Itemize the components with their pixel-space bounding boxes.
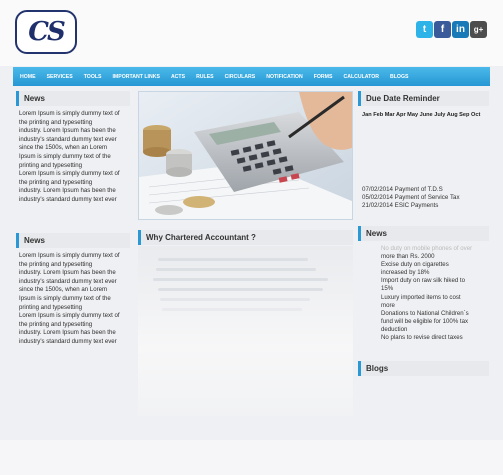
news-item: No plans to revise direct taxes: [381, 334, 463, 342]
news-line: Ipsum is simply dummy text of the: [19, 152, 111, 160]
news-item: 15%: [381, 285, 394, 293]
nav-acts[interactable]: ACTS: [171, 74, 185, 80]
nav-services[interactable]: SERVICES: [47, 74, 73, 80]
ghost-line: [160, 298, 310, 301]
twitter-icon[interactable]: t: [416, 21, 433, 38]
ghost-line: [158, 288, 323, 291]
news-text-left-2: Lorem Ipsum is simply dummy text of the …: [19, 252, 137, 347]
news-line: industry. Lorem Ipsum has been the: [19, 127, 116, 135]
news-line: Lorem Ipsum is simply dummy text of: [19, 110, 120, 117]
ghost-line: [156, 268, 316, 271]
calculator-illustration: [139, 92, 352, 219]
news-item: increased by 18%: [381, 269, 430, 277]
news-line: since the 1500s, when an Lorem: [19, 286, 108, 294]
due-date-title: Due Date Reminder: [358, 91, 489, 106]
news-line: the printing and typesetting: [19, 178, 93, 186]
why-ca-faded-content: [138, 246, 353, 416]
news-title-right: News: [358, 226, 489, 241]
facebook-icon[interactable]: f: [434, 21, 451, 38]
news-line: industry's standard dummy text ever: [19, 277, 117, 285]
news-text-left-1: Lorem Ipsum is simply dummy text of the …: [19, 110, 137, 205]
news-line: industry's standard dummy text ever: [19, 135, 117, 143]
news-item: Import duty on raw silk hiked to: [381, 277, 465, 285]
news-line: since the 1500s, when an Lorem: [19, 144, 108, 152]
news-line: printing and typesetting: [19, 161, 83, 169]
nav-calculator[interactable]: CALCULATOR: [343, 74, 379, 80]
news-line: printing and typesetting: [19, 303, 83, 311]
news-line: the printing and typesetting: [19, 260, 93, 268]
news-title-left-2: News: [16, 233, 130, 248]
due-item: 07/02/2014 Payment of T.D.S: [362, 186, 443, 193]
ghost-line: [162, 308, 302, 311]
news-item: more than Rs. 2000: [381, 253, 435, 261]
nav-tools[interactable]: TOOLS: [84, 74, 102, 80]
why-ca-title: Why Chartered Accountant ?: [138, 230, 353, 245]
nav-home[interactable]: HOME: [20, 74, 36, 80]
news-line: industry. Lorem Ipsum has been the: [19, 269, 116, 277]
news-item-faded: No duty on mobile phones of over: [381, 245, 473, 252]
nav-forms[interactable]: FORMS: [314, 74, 333, 80]
due-date-list: 07/02/2014 Payment of T.D.S 05/02/2014 P…: [362, 186, 460, 211]
blogs-title: Blogs: [358, 361, 489, 376]
news-list-right: No duty on mobile phones of over more th…: [381, 245, 489, 342]
banner-calculator-image: [138, 91, 353, 220]
news-line: Ipsum is simply dummy text of the: [19, 294, 111, 302]
ghost-line: [158, 258, 308, 261]
nav-important-links[interactable]: IMPORTANT LINKS: [112, 74, 159, 80]
news-line: Lorem Ipsum is simply dummy text of: [19, 312, 120, 320]
news-line: industry's standard dummy text ever: [19, 337, 117, 345]
logo-text: CS: [28, 17, 66, 47]
due-item: 21/02/2014 ESIC Payments: [362, 202, 439, 210]
news-item: more: [381, 301, 395, 309]
news-item: deduction: [381, 325, 408, 333]
page: CS t f in g+ HOME SERVICES TOOLS IMPORTA…: [0, 0, 503, 475]
nav-rules[interactable]: RULES: [196, 74, 214, 80]
news-item: Donations to National Children`s: [381, 309, 469, 317]
main-nav: HOME SERVICES TOOLS IMPORTANT LINKS ACTS…: [13, 67, 490, 86]
nav-blogs[interactable]: BLOGS: [390, 74, 408, 80]
footer-area: [0, 440, 503, 475]
nav-circulars[interactable]: CIRCULARS: [225, 74, 256, 80]
news-title-left-1: News: [16, 91, 130, 106]
header: CS t f in g+: [0, 0, 503, 66]
linkedin-icon[interactable]: in: [452, 21, 469, 38]
news-line: industry. Lorem Ipsum has been the: [19, 329, 116, 337]
news-line: the printing and typesetting: [19, 320, 93, 328]
news-line: industry's standard dummy text ever: [19, 195, 117, 203]
news-item: fund will be eligible for 100% tax: [381, 317, 469, 325]
due-date-months[interactable]: Jan Feb Mar Apr May June July Aug Sep Oc…: [362, 112, 480, 118]
due-item: 05/02/2014 Payment of Service Tax: [362, 194, 460, 202]
ghost-line: [153, 278, 328, 281]
news-item: Excise duty on cigarettes: [381, 261, 449, 269]
news-line: Lorem Ipsum is simply dummy text of: [19, 252, 120, 259]
site-logo[interactable]: CS: [15, 10, 77, 54]
why-ca-section: Why Chartered Accountant ?: [138, 230, 353, 416]
googleplus-icon[interactable]: g+: [470, 21, 487, 38]
news-item: Luxury imported items to cost: [381, 293, 461, 301]
news-line: Lorem Ipsum is simply dummy text of: [19, 170, 120, 178]
news-line: industry. Lorem Ipsum has been the: [19, 187, 116, 195]
nav-notification[interactable]: NOTIFICATION: [266, 74, 303, 80]
news-line: the printing and typesetting: [19, 118, 93, 126]
